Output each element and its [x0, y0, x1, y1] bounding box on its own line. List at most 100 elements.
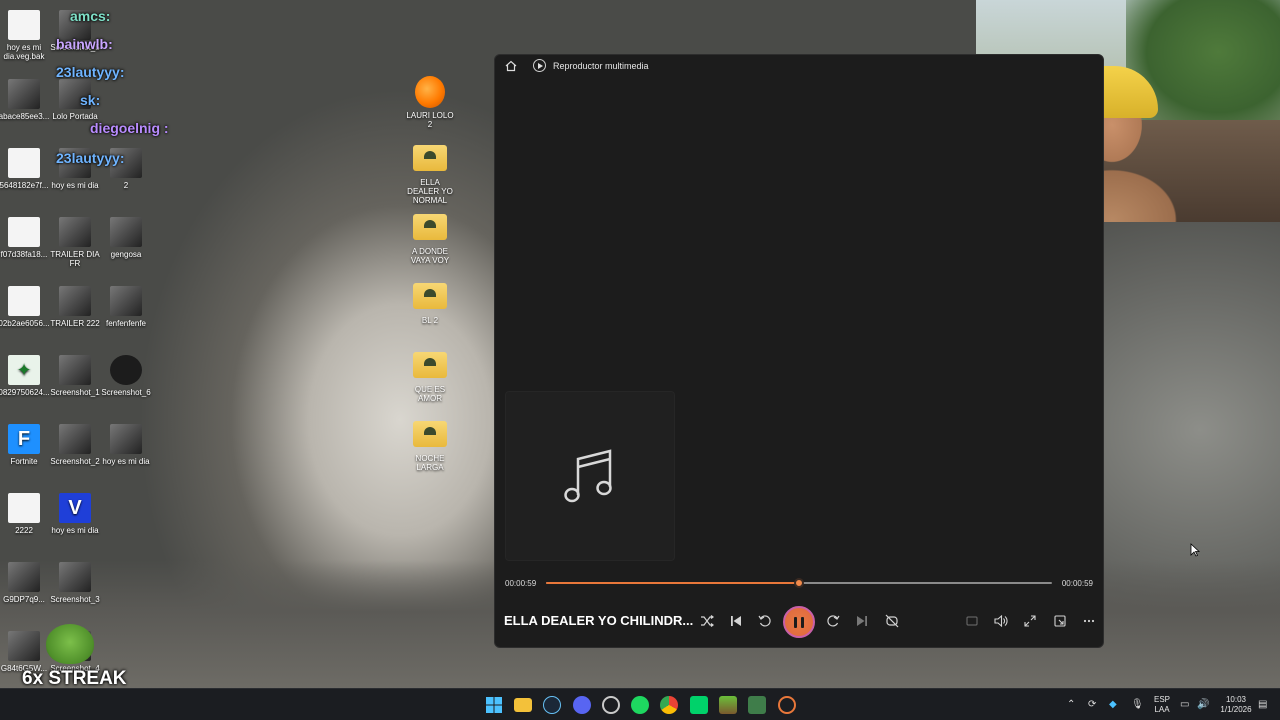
language-indicator[interactable]: ESP LAA [1152, 695, 1172, 715]
app-title: Reproductor multimedia [553, 61, 649, 71]
desktop-icon[interactable]: abace85ee3... [0, 79, 50, 121]
desktop-icon[interactable]: fenfenfenfe [100, 286, 152, 328]
forward-icon [827, 615, 840, 627]
desktop-icon-thumbnail [110, 286, 142, 316]
minecraft-icon[interactable] [719, 696, 737, 714]
desktop-icon-label: QUE ES AMOR [414, 385, 446, 403]
desktop-icon-label: NOCHE LARGA [415, 454, 445, 472]
home-icon[interactable] [503, 58, 519, 74]
fullscreen-button[interactable] [1018, 611, 1042, 631]
folder-icon[interactable]: QUE ES AMOR [404, 352, 456, 403]
desktop-icon-label: hoy es mi dia [51, 181, 99, 190]
desktop-icon[interactable]: gengosa [100, 217, 152, 259]
desktop-icon[interactable]: 2222 [0, 493, 50, 535]
chat-username: 23lautyyy: [56, 150, 125, 166]
chrome-icon[interactable] [660, 696, 678, 714]
desktop-icon-label: ELLA DEALER YO NORMAL [407, 178, 453, 205]
expand-icon [1024, 615, 1036, 627]
desktop-icon[interactable]: f07d38fa18... [0, 217, 50, 259]
volume-button[interactable] [989, 611, 1013, 631]
captions-button[interactable] [960, 611, 984, 631]
seek-progress [546, 582, 799, 584]
steam-icon[interactable] [543, 696, 561, 714]
chat-partial: sk: [80, 92, 101, 108]
desktop-icon-label: 02b2ae6056... [0, 319, 50, 328]
desktop-icon-label: hoy es mi dia [51, 526, 99, 535]
desktop-icon-label: TRAILER DIA FR [50, 250, 100, 268]
network-icon[interactable]: ▭ [1180, 699, 1189, 710]
fl-studio-icon [415, 76, 445, 108]
folder-icon[interactable]: BL 2 [404, 283, 456, 325]
desktop-icon-label: A DONDE VAYA VOY [410, 247, 450, 265]
desktop-icon[interactable]: hoy es mi dia.veg.bak [0, 10, 50, 61]
desktop-icon-thumbnail [8, 493, 40, 523]
desktop-icon-thumbnail: F [8, 424, 40, 454]
previous-button[interactable] [724, 611, 748, 631]
obs-icon[interactable] [602, 696, 620, 714]
desktop-icon-thumbnail [110, 355, 142, 385]
desktop-icon[interactable]: TRAILER 222 [49, 286, 101, 328]
repeat-off-button[interactable] [880, 611, 904, 631]
pause-icon [794, 616, 797, 628]
rewind-10-button[interactable] [753, 611, 777, 631]
desktop-icon[interactable]: F Fortnite [0, 424, 50, 466]
desktop-icon-label: f07d38fa18... [0, 250, 48, 259]
file-explorer-icon[interactable] [514, 698, 532, 712]
desktop-icon-thumbnail: ✦ [8, 355, 40, 385]
desktop-icon-label: hoy es mi dia [102, 457, 150, 466]
fl-studio-project-icon[interactable]: LAURI LOLO 2 [404, 76, 456, 129]
seek-handle[interactable] [794, 578, 804, 588]
desktop-icon[interactable]: G9DP7q9... [0, 562, 50, 604]
shuffle-button[interactable] [695, 611, 719, 631]
pause-button[interactable] [783, 606, 815, 638]
desktop-icon[interactable]: Vhoy es mi dia [49, 493, 101, 535]
desktop-icon-label: BL 2 [421, 316, 439, 325]
minecraft-launcher-icon[interactable] [748, 696, 766, 714]
media-player-window: Reproductor multimedia 00:00:59 00:00:59… [494, 54, 1104, 648]
miniplayer-button[interactable] [1048, 611, 1072, 631]
desktop-icon[interactable]: Screenshot_3 [49, 562, 101, 604]
more-options-button[interactable] [1077, 611, 1101, 631]
media-player-taskbar-icon[interactable] [778, 696, 796, 714]
folder-icon[interactable]: ELLA DEALER YO NORMAL [404, 145, 456, 205]
desktop-icon-thumbnail [110, 424, 142, 454]
folder-thumbnail [413, 214, 447, 240]
mouse-cursor-icon [1190, 543, 1200, 557]
start-button[interactable] [485, 696, 503, 714]
discord-icon[interactable] [573, 696, 591, 714]
desktop-icon[interactable]: hoy es mi dia [100, 424, 152, 466]
desktop-icon-label: gengosa [110, 250, 142, 259]
notifications-icon[interactable]: ▤ [1258, 699, 1267, 710]
seek-bar[interactable] [546, 578, 1052, 588]
speaker-icon[interactable]: 🔊 [1197, 699, 1209, 710]
chat-username: 23lautyyy: [56, 64, 125, 80]
desktop-icon[interactable]: ✦ 0829750624... [0, 355, 50, 397]
defender-icon[interactable]: ◆ [1109, 699, 1117, 710]
sync-icon[interactable]: ⟳ [1088, 699, 1096, 710]
desktop-icon-thumbnail [59, 217, 91, 247]
repeat-off-icon [885, 614, 899, 628]
desktop-icon[interactable]: Screenshot_6 [100, 355, 152, 397]
clock[interactable]: 10:03 1/1/2026 [1218, 695, 1254, 715]
next-button[interactable] [850, 611, 874, 631]
desktop-icon[interactable]: Screenshot_2 [49, 424, 101, 466]
clock-date: 1/1/2026 [1220, 705, 1252, 714]
microphone-icon[interactable]: 🎙 [1131, 699, 1144, 710]
chevron-up-icon[interactable]: ⌃ [1067, 699, 1075, 710]
desktop-icon[interactable]: Screenshot_1 [49, 355, 101, 397]
desktop-icon[interactable]: TRAILER DIA FR [49, 217, 101, 268]
folder-icon[interactable]: NOCHE LARGA [404, 421, 456, 472]
capcut-icon[interactable] [690, 696, 708, 714]
forward-30-button[interactable] [821, 611, 845, 631]
desktop-icon[interactable]: 5648182e7f... [0, 148, 50, 190]
spotify-icon[interactable] [631, 696, 649, 714]
desktop-icon[interactable]: 02b2ae6056... [0, 286, 50, 328]
desktop-icon-thumbnail [8, 286, 40, 316]
album-art [505, 391, 675, 561]
folder-icon[interactable]: A DONDE VAYA VOY [404, 214, 456, 265]
desktop-icon-label: fenfenfenfe [105, 319, 147, 328]
next-icon [857, 616, 867, 626]
desktop-icon[interactable]: G84t6G5W... [0, 631, 50, 673]
desktop-icon-thumbnail [8, 217, 40, 247]
desktop-icon-label: Screenshot_1 [50, 388, 100, 397]
